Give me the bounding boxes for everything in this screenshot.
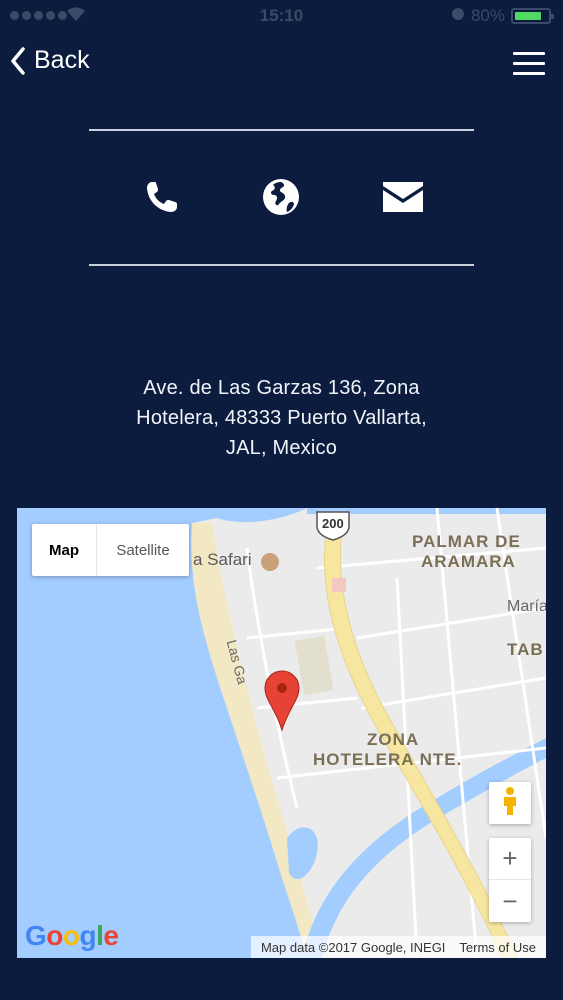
- map-label-palmar-1: PALMAR DE: [412, 532, 521, 551]
- back-label: Back: [34, 46, 90, 74]
- contact-actions: [0, 172, 563, 228]
- zoom-control: + −: [489, 838, 531, 922]
- map-label-safari: a Safari: [193, 550, 252, 569]
- menu-button[interactable]: [513, 52, 545, 76]
- map-type-map-button[interactable]: Map: [32, 524, 97, 576]
- map-label-maria: María: [507, 598, 546, 615]
- globe-icon[interactable]: [256, 172, 306, 222]
- hamburger-icon: [513, 52, 545, 55]
- map-label-highway: 200: [322, 516, 344, 531]
- map-view[interactable]: a Safari 200 PALMAR DE ARAMARA María TAB…: [17, 508, 546, 958]
- map-data-credit: Map data ©2017 Google, INEGI: [260, 939, 446, 955]
- zoom-in-button[interactable]: +: [489, 838, 531, 880]
- hamburger-icon-bar: [513, 62, 545, 65]
- address-line-3: JAL, Mexico: [225, 437, 338, 459]
- map-label-tab: TAB: [507, 640, 544, 659]
- google-logo: Google: [25, 920, 119, 951]
- map-label-zona-2: HOTELERA NTE.: [313, 750, 463, 769]
- address-line-1: Ave. de Las Garzas 136, Zona: [143, 377, 420, 399]
- status-bar: 15:10 80%: [0, 0, 563, 34]
- hamburger-icon-bar: [513, 72, 545, 75]
- battery-icon: [511, 8, 554, 24]
- zoom-out-button[interactable]: −: [489, 880, 531, 922]
- battery-percent: 80%: [470, 6, 505, 25]
- map-type-control: Map Satellite: [32, 524, 189, 576]
- alarm-icon: [451, 6, 465, 26]
- map-label-zona-1: ZONA: [367, 730, 420, 749]
- address-block: Ave. de Las Garzas 136, Zona Hotelera, 4…: [60, 373, 503, 463]
- back-button[interactable]: Back: [10, 46, 90, 75]
- map-type-satellite-button[interactable]: Satellite: [97, 524, 189, 576]
- pegman-button[interactable]: [489, 782, 531, 824]
- status-right: 80%: [451, 6, 554, 26]
- email-icon[interactable]: [378, 172, 428, 222]
- nav-bar: Back: [0, 40, 563, 90]
- battery-fill: [515, 12, 541, 20]
- terms-of-use-link[interactable]: Terms of Use: [459, 940, 536, 955]
- map-attribution: Map data ©2017 Google, INEGI Terms of Us…: [250, 936, 546, 958]
- top-divider: [89, 129, 474, 131]
- pegman-icon: [501, 786, 519, 821]
- bottom-divider: [89, 264, 474, 266]
- chevron-left-icon: [10, 46, 26, 75]
- address-line-2: Hotelera, 48333 Puerto Vallarta,: [136, 407, 427, 429]
- map-label-palmar-2: ARAMARA: [421, 552, 516, 571]
- phone-icon[interactable]: [137, 172, 187, 222]
